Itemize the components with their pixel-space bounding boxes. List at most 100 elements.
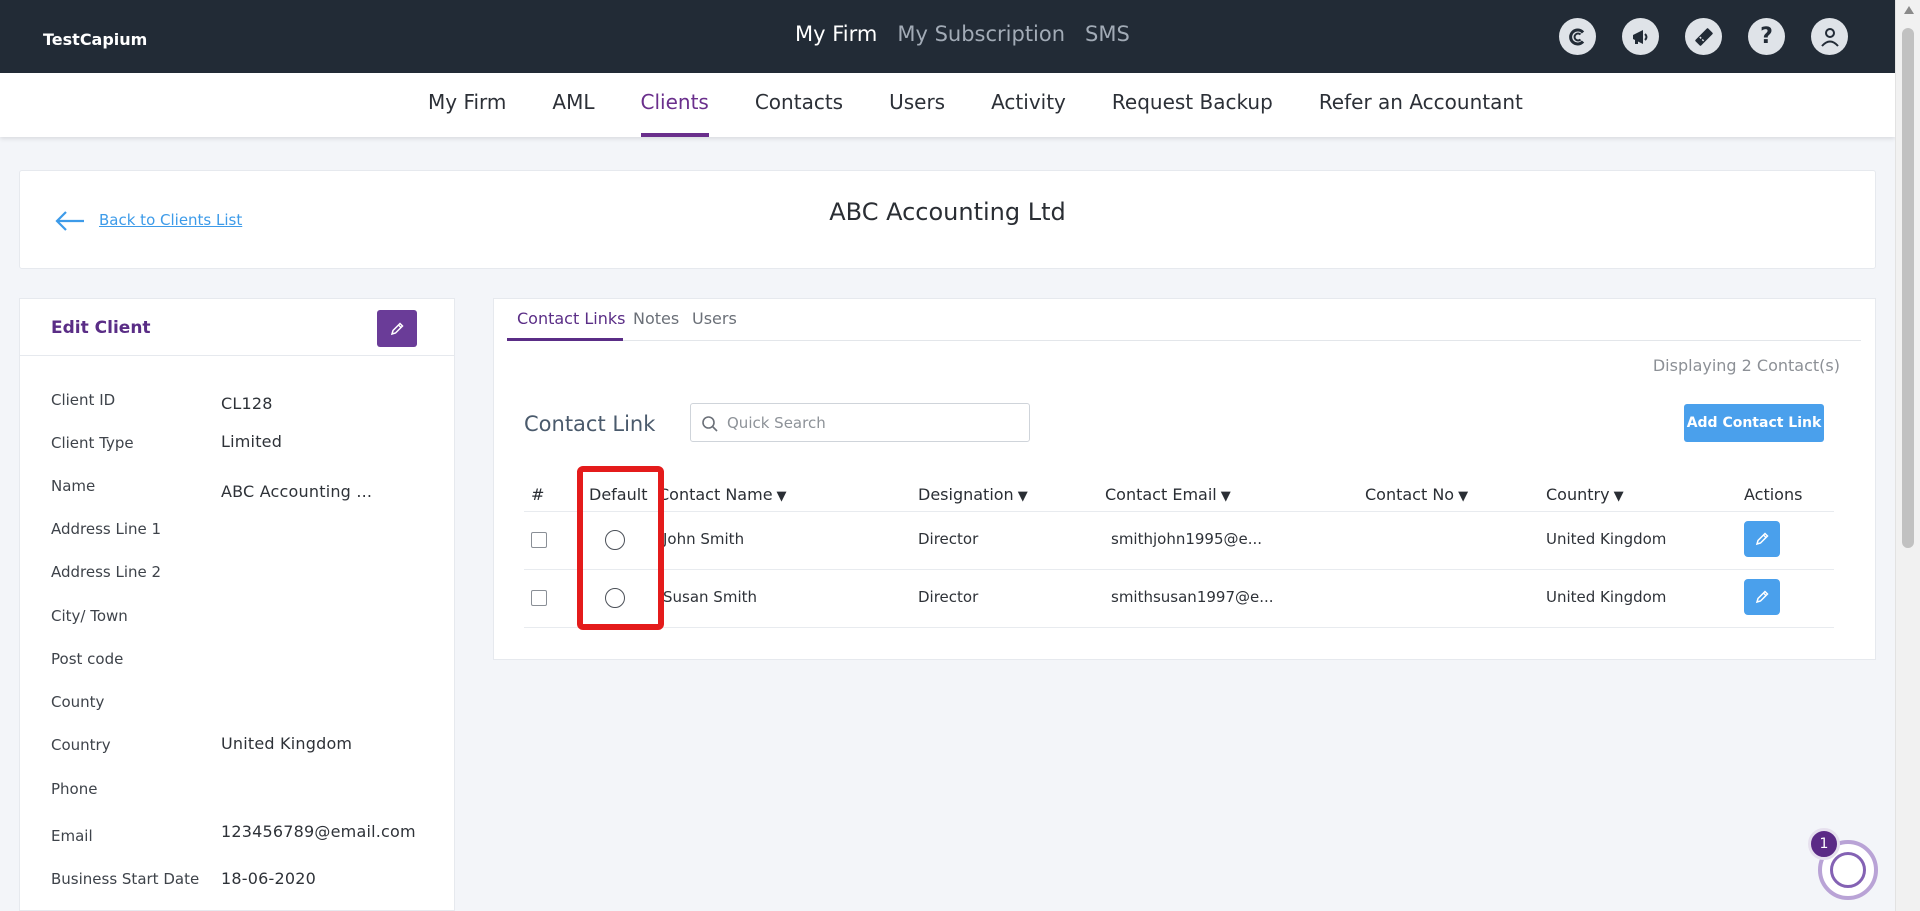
edit-client-panel: Edit Client Client ID CL128 Client Type … <box>19 298 455 911</box>
top-nav-my-subscription[interactable]: My Subscription <box>897 22 1065 46</box>
col-contact-name-label: Contact Name <box>658 485 773 504</box>
chat-logo-icon <box>1830 852 1866 888</box>
contact-count: Displaying 2 Contact(s) <box>1652 356 1840 375</box>
search-icon <box>702 416 718 432</box>
sort-caret-icon: ▼ <box>1613 489 1624 504</box>
value-client-type: Limited <box>221 432 283 451</box>
contact-links-panel: Contact Links Notes Users Displaying 2 C… <box>493 298 1876 660</box>
scroll-up-arrow[interactable] <box>1904 6 1914 14</box>
quick-search-input[interactable] <box>727 404 1017 441</box>
value-email: 123456789@email.com <box>221 822 416 841</box>
top-nav: My Firm My Subscription SMS <box>795 22 1130 46</box>
edit-client-title: Edit Client <box>51 318 151 338</box>
label-phone: Phone <box>51 780 98 798</box>
help-icon[interactable]: ? <box>1748 18 1785 55</box>
default-radio[interactable] <box>605 588 625 608</box>
sort-caret-icon: ▼ <box>1220 489 1231 504</box>
cell-country: United Kingdom <box>1546 530 1667 548</box>
pencil-icon <box>1755 532 1769 546</box>
col-country[interactable]: Country ▼ <box>1546 485 1624 504</box>
top-icons: ? <box>1559 18 1848 55</box>
label-business-start-date: Business Start Date <box>51 870 200 888</box>
tab-contact-links[interactable]: Contact Links <box>517 309 625 328</box>
edit-client-button[interactable] <box>377 310 417 347</box>
top-bar: TestCapium My Firm My Subscription SMS ? <box>0 0 1895 73</box>
help-glyph: ? <box>1760 24 1773 49</box>
col-contact-no[interactable]: Contact No ▼ <box>1365 485 1468 504</box>
cell-contact-email: smithjohn1995@e... <box>1111 530 1263 548</box>
sort-caret-icon: ▼ <box>1458 489 1469 504</box>
label-client-id: Client ID <box>51 391 116 409</box>
quick-search <box>690 403 1030 442</box>
client-title: ABC Accounting Ltd <box>829 198 1066 226</box>
brand-name[interactable]: TestCapium <box>43 30 147 49</box>
label-post-code: Post code <box>51 650 124 668</box>
col-designation[interactable]: Designation ▼ <box>918 485 1028 504</box>
label-county: County <box>51 693 105 711</box>
top-nav-my-firm[interactable]: My Firm <box>795 22 877 46</box>
tab-users[interactable]: Users <box>692 309 737 328</box>
col-actions: Actions <box>1744 485 1803 504</box>
pencil-icon <box>390 321 404 335</box>
value-business-start-date: 18-06-2020 <box>221 869 316 888</box>
top-nav-sms[interactable]: SMS <box>1085 22 1130 46</box>
client-header-card: Back to Clients List ABC Accounting Ltd <box>19 170 1876 269</box>
contact-link-title: Contact Link <box>524 412 656 436</box>
col-default[interactable]: Default <box>589 485 647 504</box>
cell-contact-name: Susan Smith <box>663 588 757 606</box>
value-client-id: CL128 <box>221 394 273 413</box>
sub-nav-my-firm[interactable]: My Firm <box>428 73 506 137</box>
pencil-icon <box>1755 590 1769 604</box>
col-designation-label: Designation <box>918 485 1014 504</box>
sub-nav-contacts[interactable]: Contacts <box>755 73 843 137</box>
sub-nav-aml[interactable]: AML <box>552 73 594 137</box>
label-address-1: Address Line 1 <box>51 520 162 538</box>
label-client-type: Client Type <box>51 434 134 452</box>
col-contact-email-label: Contact Email <box>1105 485 1217 504</box>
sub-nav-clients[interactable]: Clients <box>640 73 710 137</box>
label-email: Email <box>51 827 93 845</box>
sub-nav-request-backup[interactable]: Request Backup <box>1112 73 1273 137</box>
active-tab-underline <box>507 338 623 341</box>
row-divider <box>524 627 1834 628</box>
tab-bar: Contact Links Notes Users <box>507 299 1861 341</box>
sub-nav-refer-accountant[interactable]: Refer an Accountant <box>1319 73 1523 137</box>
label-name: Name <box>51 477 96 495</box>
chat-notification-badge[interactable]: 1 <box>1808 828 1840 860</box>
megaphone-icon[interactable] <box>1622 18 1659 55</box>
row-divider <box>524 569 1834 570</box>
cell-country: United Kingdom <box>1546 588 1667 606</box>
label-country: Country <box>51 736 111 754</box>
sub-nav-activity[interactable]: Activity <box>991 73 1066 137</box>
cell-contact-name: John Smith <box>663 530 745 548</box>
value-name: ABC Accounting ... <box>221 482 373 501</box>
header-divider <box>524 511 1834 512</box>
cell-designation: Director <box>918 530 979 548</box>
cell-contact-email: smithsusan1997@e... <box>1111 588 1274 606</box>
edit-contact-button[interactable] <box>1744 521 1780 557</box>
capium-icon[interactable] <box>1559 18 1596 55</box>
page-scrollbar[interactable] <box>1895 0 1920 911</box>
col-contact-email[interactable]: Contact Email ▼ <box>1105 485 1231 504</box>
sub-nav: My Firm AML Clients Contacts Users Activ… <box>0 73 1895 137</box>
sort-caret-icon: ▼ <box>776 489 787 504</box>
user-icon[interactable] <box>1811 18 1848 55</box>
edit-contact-button[interactable] <box>1744 579 1780 615</box>
sort-caret-icon: ▼ <box>1017 489 1028 504</box>
col-contact-name[interactable]: Contact Name ▼ <box>658 485 787 504</box>
scrollbar-thumb[interactable] <box>1902 28 1914 548</box>
sub-nav-users[interactable]: Users <box>889 73 945 137</box>
default-radio[interactable] <box>605 530 625 550</box>
label-address-2: Address Line 2 <box>51 563 162 581</box>
add-contact-link-button[interactable]: Add Contact Link <box>1684 404 1824 442</box>
row-checkbox[interactable] <box>531 532 547 548</box>
ticket-icon[interactable] <box>1685 18 1722 55</box>
value-country: United Kingdom <box>221 734 353 753</box>
col-country-label: Country <box>1546 485 1610 504</box>
cell-designation: Director <box>918 588 979 606</box>
label-city: City/ Town <box>51 607 128 625</box>
row-checkbox[interactable] <box>531 590 547 606</box>
col-contact-no-label: Contact No <box>1365 485 1455 504</box>
col-number: # <box>531 485 545 504</box>
tab-notes[interactable]: Notes <box>633 309 679 328</box>
